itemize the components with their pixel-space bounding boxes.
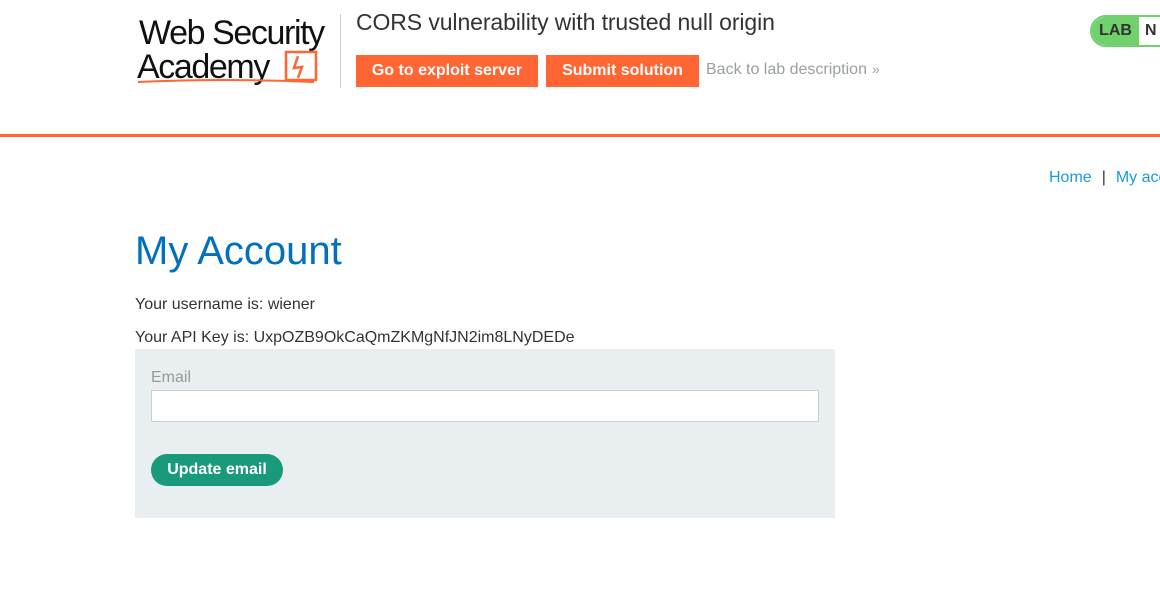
back-to-lab-description-link[interactable]: Back to lab description» bbox=[706, 61, 880, 79]
header-divider bbox=[340, 14, 341, 88]
api-key-text: Your API Key is: UxpOZB9OkCaQmZKMgNfJN2i… bbox=[135, 329, 575, 346]
submit-solution-button[interactable]: Submit solution bbox=[546, 55, 699, 87]
update-email-button[interactable]: Update email bbox=[151, 454, 283, 486]
lab-status-label: LAB bbox=[1092, 17, 1139, 45]
lab-status-state: N bbox=[1145, 22, 1157, 39]
nav-separator: | bbox=[1101, 169, 1106, 186]
change-email-form: Email Update email bbox=[135, 349, 835, 518]
back-link-label: Back to lab description bbox=[706, 61, 867, 78]
page: Web Security Academy CORS vulnerability … bbox=[0, 0, 1160, 603]
email-label: Email bbox=[151, 369, 192, 386]
page-title: My Account bbox=[135, 229, 342, 273]
svg-text:Web Security: Web Security bbox=[139, 14, 325, 52]
nav-home-link[interactable]: Home bbox=[1049, 169, 1092, 186]
web-security-academy-logo[interactable]: Web Security Academy bbox=[136, 12, 336, 88]
nav-my-account-link[interactable]: My acc bbox=[1116, 169, 1160, 186]
go-to-exploit-server-button[interactable]: Go to exploit server bbox=[356, 55, 538, 87]
username-text: Your username is: wiener bbox=[135, 296, 315, 313]
email-field[interactable] bbox=[151, 390, 819, 422]
lab-header: Web Security Academy CORS vulnerability … bbox=[0, 0, 1160, 137]
lab-title: CORS vulnerability with trusted null ori… bbox=[356, 9, 775, 35]
top-navigation: Home | My acc bbox=[1049, 169, 1160, 187]
double-chevron-right-icon: » bbox=[871, 61, 880, 77]
lab-status-widget: LAB N bbox=[1090, 15, 1160, 47]
